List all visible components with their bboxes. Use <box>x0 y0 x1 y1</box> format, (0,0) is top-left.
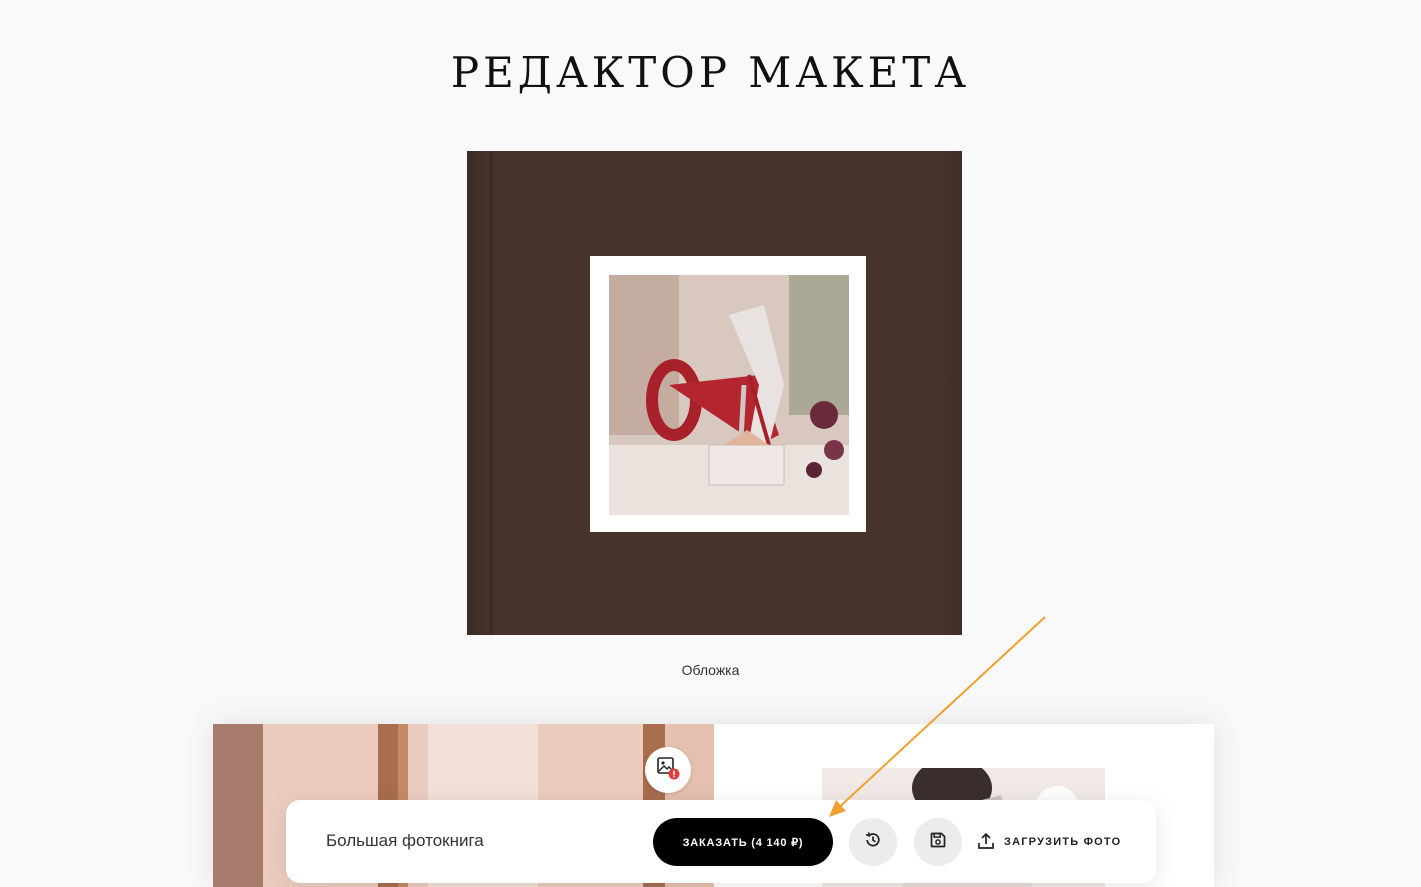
image-warning-icon <box>655 755 681 786</box>
cover-caption: Обложка <box>681 662 740 678</box>
history-button[interactable] <box>849 818 897 866</box>
save-icon <box>929 831 947 854</box>
cover-photo-frame[interactable] <box>590 256 866 532</box>
upload-photo-label: ЗАГРУЗИТЬ ФОТО <box>1004 836 1122 848</box>
product-name: Большая фотокнига <box>326 831 484 850</box>
history-icon <box>864 831 882 854</box>
cover-spine <box>489 151 493 635</box>
upload-icon <box>976 831 996 854</box>
page-title: РЕДАКТОР МАКЕТА <box>450 48 971 97</box>
order-button[interactable]: ЗАКАЗАТЬ (4 140 ₽) <box>653 818 833 866</box>
save-button[interactable] <box>914 818 962 866</box>
image-warning-button[interactable] <box>645 747 691 793</box>
cover-page[interactable] <box>467 151 962 635</box>
cover-photo[interactable] <box>609 275 849 515</box>
bottom-toolbar: Большая фотокнига ЗАКАЗАТЬ (4 140 ₽) ЗАГ… <box>286 800 1156 883</box>
upload-photo-button[interactable]: ЗАГРУЗИТЬ ФОТО <box>976 830 1121 854</box>
